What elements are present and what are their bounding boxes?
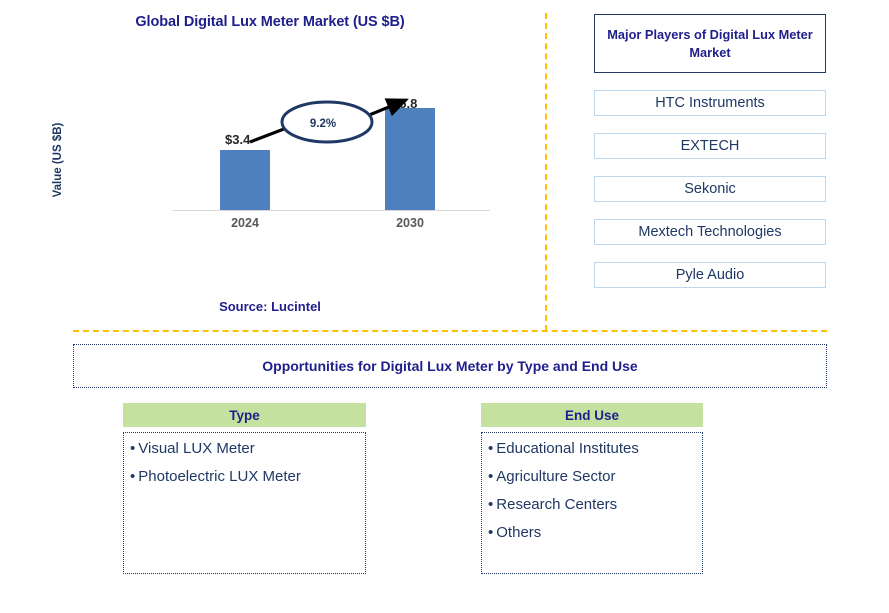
cagr-value-label: 9.2% — [309, 118, 337, 130]
y-axis-label: Value (US $B) — [52, 122, 64, 198]
segment-header-label: End Use — [564, 407, 619, 423]
segment-item-label: Others — [496, 524, 542, 541]
major-players-title: Major Players of Digital Lux Meter Marke… — [607, 27, 813, 60]
segment-item: • Visual LUX Meter — [130, 441, 359, 456]
segment-column-type: Type • Visual LUX Meter • Photoelectric LU… — [123, 403, 366, 574]
bullet-icon: • — [488, 440, 494, 457]
vertical-divider — [545, 13, 547, 331]
x-tick-label-2030: 2030 — [396, 216, 424, 230]
player-label: EXTECH — [680, 138, 740, 154]
segment-item-label: Photoelectric LUX Meter — [138, 468, 301, 485]
segment-item: • Research Centers — [488, 497, 696, 512]
segment-item-label: Visual LUX Meter — [138, 440, 255, 457]
chart-title: Global Digital Lux Meter Market (US $B) — [135, 14, 405, 30]
opportunities-title: Opportunities for Digital Lux Meter by T… — [262, 358, 638, 374]
bullet-icon: • — [488, 496, 494, 513]
player-item-mextech-technologies[interactable]: Mextech Technologies — [594, 219, 826, 245]
segment-header-type: Type — [123, 403, 366, 427]
player-item-htc-instruments[interactable]: HTC Instruments — [594, 90, 826, 116]
bullet-icon: • — [488, 468, 494, 485]
player-label: Pyle Audio — [675, 267, 745, 283]
x-axis-line — [172, 210, 490, 211]
player-label: Sekonic — [684, 181, 736, 197]
cagr-arrow-left — [249, 122, 298, 144]
bar-value-label-2030: $5.8 — [392, 96, 418, 111]
bullet-icon: • — [130, 440, 136, 457]
segment-item-label: Educational Institutes — [496, 440, 639, 457]
segment-header-label: Type — [229, 407, 260, 423]
source-note: Source: Lucintel — [219, 299, 321, 314]
player-label: HTC Instruments — [655, 95, 765, 111]
bullet-icon: • — [130, 468, 136, 485]
bar-2030 — [385, 108, 435, 210]
major-players-title-box: Major Players of Digital Lux Meter Marke… — [594, 14, 826, 73]
segment-item-label: Research Centers — [496, 496, 618, 513]
segment-item: • Educational Institutes — [488, 441, 696, 456]
horizontal-divider — [73, 330, 827, 332]
bullet-icon: • — [488, 524, 494, 541]
player-item-sekonic[interactable]: Sekonic — [594, 176, 826, 202]
infographic-canvas: Global Digital Lux Meter Market (US $B) … — [0, 0, 889, 613]
segment-body-type: • Visual LUX Meter • Photoelectric LUX Met… — [123, 432, 366, 574]
segment-item: • Others — [488, 525, 696, 540]
segment-item: • Agriculture Sector — [488, 469, 696, 484]
x-tick-label-2024: 2024 — [231, 216, 259, 230]
segment-body-end-use: • Educational Institutes • Agriculture Sec… — [481, 432, 703, 574]
bar-value-label-2024: $3.4 — [225, 132, 251, 147]
player-item-pyle-audio[interactable]: Pyle Audio — [594, 262, 826, 288]
player-item-extech[interactable]: EXTECH — [594, 133, 826, 159]
major-players-panel: Major Players of Digital Lux Meter Marke… — [594, 14, 826, 288]
bar-2024 — [220, 150, 270, 210]
segment-header-end-use: End Use — [481, 403, 703, 427]
segment-item-label: Agriculture Sector — [496, 468, 616, 485]
segment-item: • Photoelectric LUX Meter — [130, 469, 359, 484]
segment-column-end-use: End Use • Educational Institutes • Agricul… — [481, 403, 703, 574]
opportunities-title-box: Opportunities for Digital Lux Meter by T… — [73, 344, 827, 388]
market-chart-panel: Global Digital Lux Meter Market (US $B) … — [0, 0, 540, 330]
player-label: Mextech Technologies — [638, 224, 782, 240]
